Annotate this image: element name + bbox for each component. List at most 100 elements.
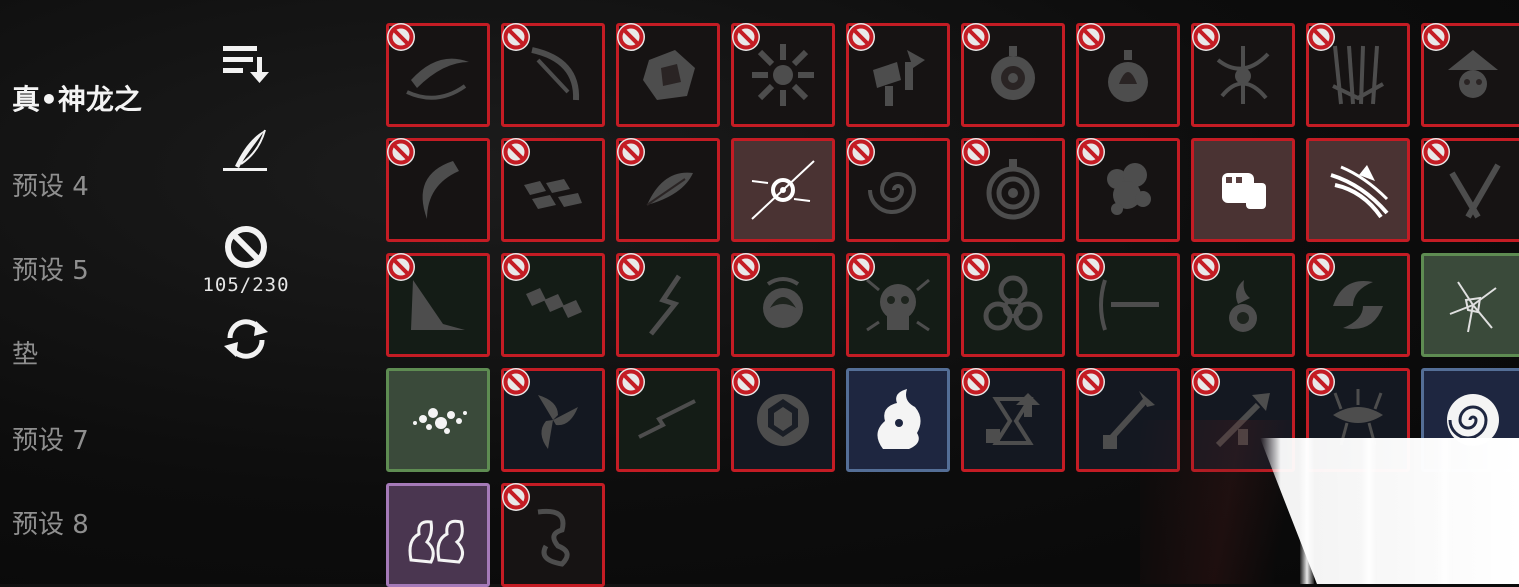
ban-badge-icon xyxy=(1192,368,1220,396)
skill-slot[interactable] xyxy=(1076,253,1180,357)
skill-slot[interactable] xyxy=(1421,138,1519,242)
ban-badge-icon xyxy=(732,23,760,51)
skill-slot[interactable] xyxy=(731,23,835,127)
skill-slot[interactable] xyxy=(1076,368,1180,472)
skill-slot[interactable] xyxy=(846,138,950,242)
skill-slot[interactable] xyxy=(386,483,490,587)
ban-badge-icon xyxy=(1077,138,1105,166)
skill-slot[interactable] xyxy=(961,23,1065,127)
ban-badge-icon xyxy=(502,483,530,511)
ban-badge-icon xyxy=(502,138,530,166)
ban-badge-icon xyxy=(732,253,760,281)
ban-badge-icon xyxy=(1077,23,1105,51)
skill-slot[interactable] xyxy=(961,368,1065,472)
ban-badge-icon xyxy=(617,138,645,166)
ban-badge-icon xyxy=(1422,138,1450,166)
ban-icon xyxy=(225,226,267,268)
claw-slash-icon xyxy=(1330,165,1389,219)
sort-descending-icon xyxy=(223,46,269,83)
toolbar: 105/230 xyxy=(196,0,296,584)
skill-slot[interactable] xyxy=(846,23,950,127)
skill-slot[interactable] xyxy=(616,23,720,127)
quill-pen-icon xyxy=(223,129,267,171)
fist-gauntlet-icon xyxy=(1222,173,1266,209)
skill-slot[interactable] xyxy=(386,253,490,357)
ban-badge-icon xyxy=(962,368,990,396)
preset-item[interactable]: 真•神龙之 xyxy=(12,78,170,118)
ban-badge-icon xyxy=(847,23,875,51)
skill-slot[interactable] xyxy=(731,138,835,242)
edit-button[interactable] xyxy=(196,128,296,174)
skill-slot[interactable] xyxy=(501,368,605,472)
skill-slot[interactable] xyxy=(386,23,490,127)
skill-slot[interactable] xyxy=(1191,138,1295,242)
skill-slot[interactable] xyxy=(616,253,720,357)
skill-slot[interactable] xyxy=(961,253,1065,357)
ban-filter-button[interactable]: 105/230 xyxy=(196,224,296,296)
skill-slot[interactable] xyxy=(386,138,490,242)
ban-badge-icon xyxy=(1307,368,1335,396)
skill-slot[interactable] xyxy=(846,253,950,357)
screen-glare-streak xyxy=(1300,438,1314,584)
ban-badge-icon xyxy=(1077,253,1105,281)
skill-slot[interactable] xyxy=(1306,23,1410,127)
ban-badge-icon xyxy=(387,253,415,281)
sort-button[interactable] xyxy=(196,42,296,86)
skill-slot[interactable] xyxy=(846,368,950,472)
ban-badge-icon xyxy=(387,138,415,166)
skill-slot[interactable] xyxy=(501,253,605,357)
preset-item[interactable]: 垫 xyxy=(12,334,170,371)
ban-badge-icon xyxy=(502,253,530,281)
ghost-flame-icon xyxy=(877,389,921,449)
skill-slot[interactable] xyxy=(1191,253,1295,357)
skill-slot[interactable] xyxy=(616,138,720,242)
ban-badge-icon xyxy=(732,368,760,396)
skill-slot[interactable] xyxy=(1306,253,1410,357)
preset-item[interactable]: 预设 7 xyxy=(12,420,170,457)
cracked-glass-icon xyxy=(1449,281,1497,333)
refresh-icon xyxy=(224,319,268,359)
skill-slot[interactable] xyxy=(501,23,605,127)
skill-slot[interactable] xyxy=(1076,23,1180,127)
ban-badge-icon xyxy=(962,138,990,166)
ban-badge-icon xyxy=(1077,368,1105,396)
fire-spirits-icon xyxy=(408,519,464,564)
skill-slot[interactable] xyxy=(501,138,605,242)
ban-badge-icon xyxy=(1192,23,1220,51)
ban-badge-icon xyxy=(1307,23,1335,51)
ban-badge-icon xyxy=(962,253,990,281)
skill-slot[interactable] xyxy=(1421,253,1519,357)
screen-glare-streak xyxy=(1362,438,1376,584)
ban-badge-icon xyxy=(617,23,645,51)
skill-slot[interactable] xyxy=(386,368,490,472)
ban-badge-icon xyxy=(502,368,530,396)
skill-slot[interactable] xyxy=(731,253,835,357)
ban-badge-icon xyxy=(617,368,645,396)
preset-item[interactable]: 预设 5 xyxy=(12,250,170,287)
ban-badge-icon xyxy=(1307,253,1335,281)
skill-slot[interactable] xyxy=(961,138,1065,242)
skill-slot[interactable] xyxy=(731,368,835,472)
skill-slot[interactable] xyxy=(501,483,605,587)
ban-badge-icon xyxy=(617,253,645,281)
screen-glare-highlight xyxy=(1260,438,1519,584)
skill-slot[interactable] xyxy=(1191,23,1295,127)
ban-badge-icon xyxy=(847,138,875,166)
ban-badge-icon xyxy=(1422,23,1450,51)
piercing-eye-icon xyxy=(751,160,815,220)
ban-badge-icon xyxy=(847,253,875,281)
screen-glare-streak xyxy=(1438,438,1452,584)
skill-slot[interactable] xyxy=(1076,138,1180,242)
preset-item[interactable]: 预设 8 xyxy=(12,504,170,541)
ban-badge-icon xyxy=(387,23,415,51)
skill-slot[interactable] xyxy=(1421,23,1519,127)
preset-list: 真•神龙之预设 4 预设 5 垫预设 7 预设 8 xyxy=(0,0,170,584)
scatter-dots-icon xyxy=(413,408,467,434)
ban-badge-icon xyxy=(1192,253,1220,281)
ban-badge-icon xyxy=(962,23,990,51)
skill-slot[interactable] xyxy=(616,368,720,472)
preset-item[interactable]: 预设 4 xyxy=(12,166,170,203)
skill-slot[interactable] xyxy=(1306,138,1410,242)
ban-badge-icon xyxy=(502,23,530,51)
refresh-button[interactable] xyxy=(196,316,296,362)
